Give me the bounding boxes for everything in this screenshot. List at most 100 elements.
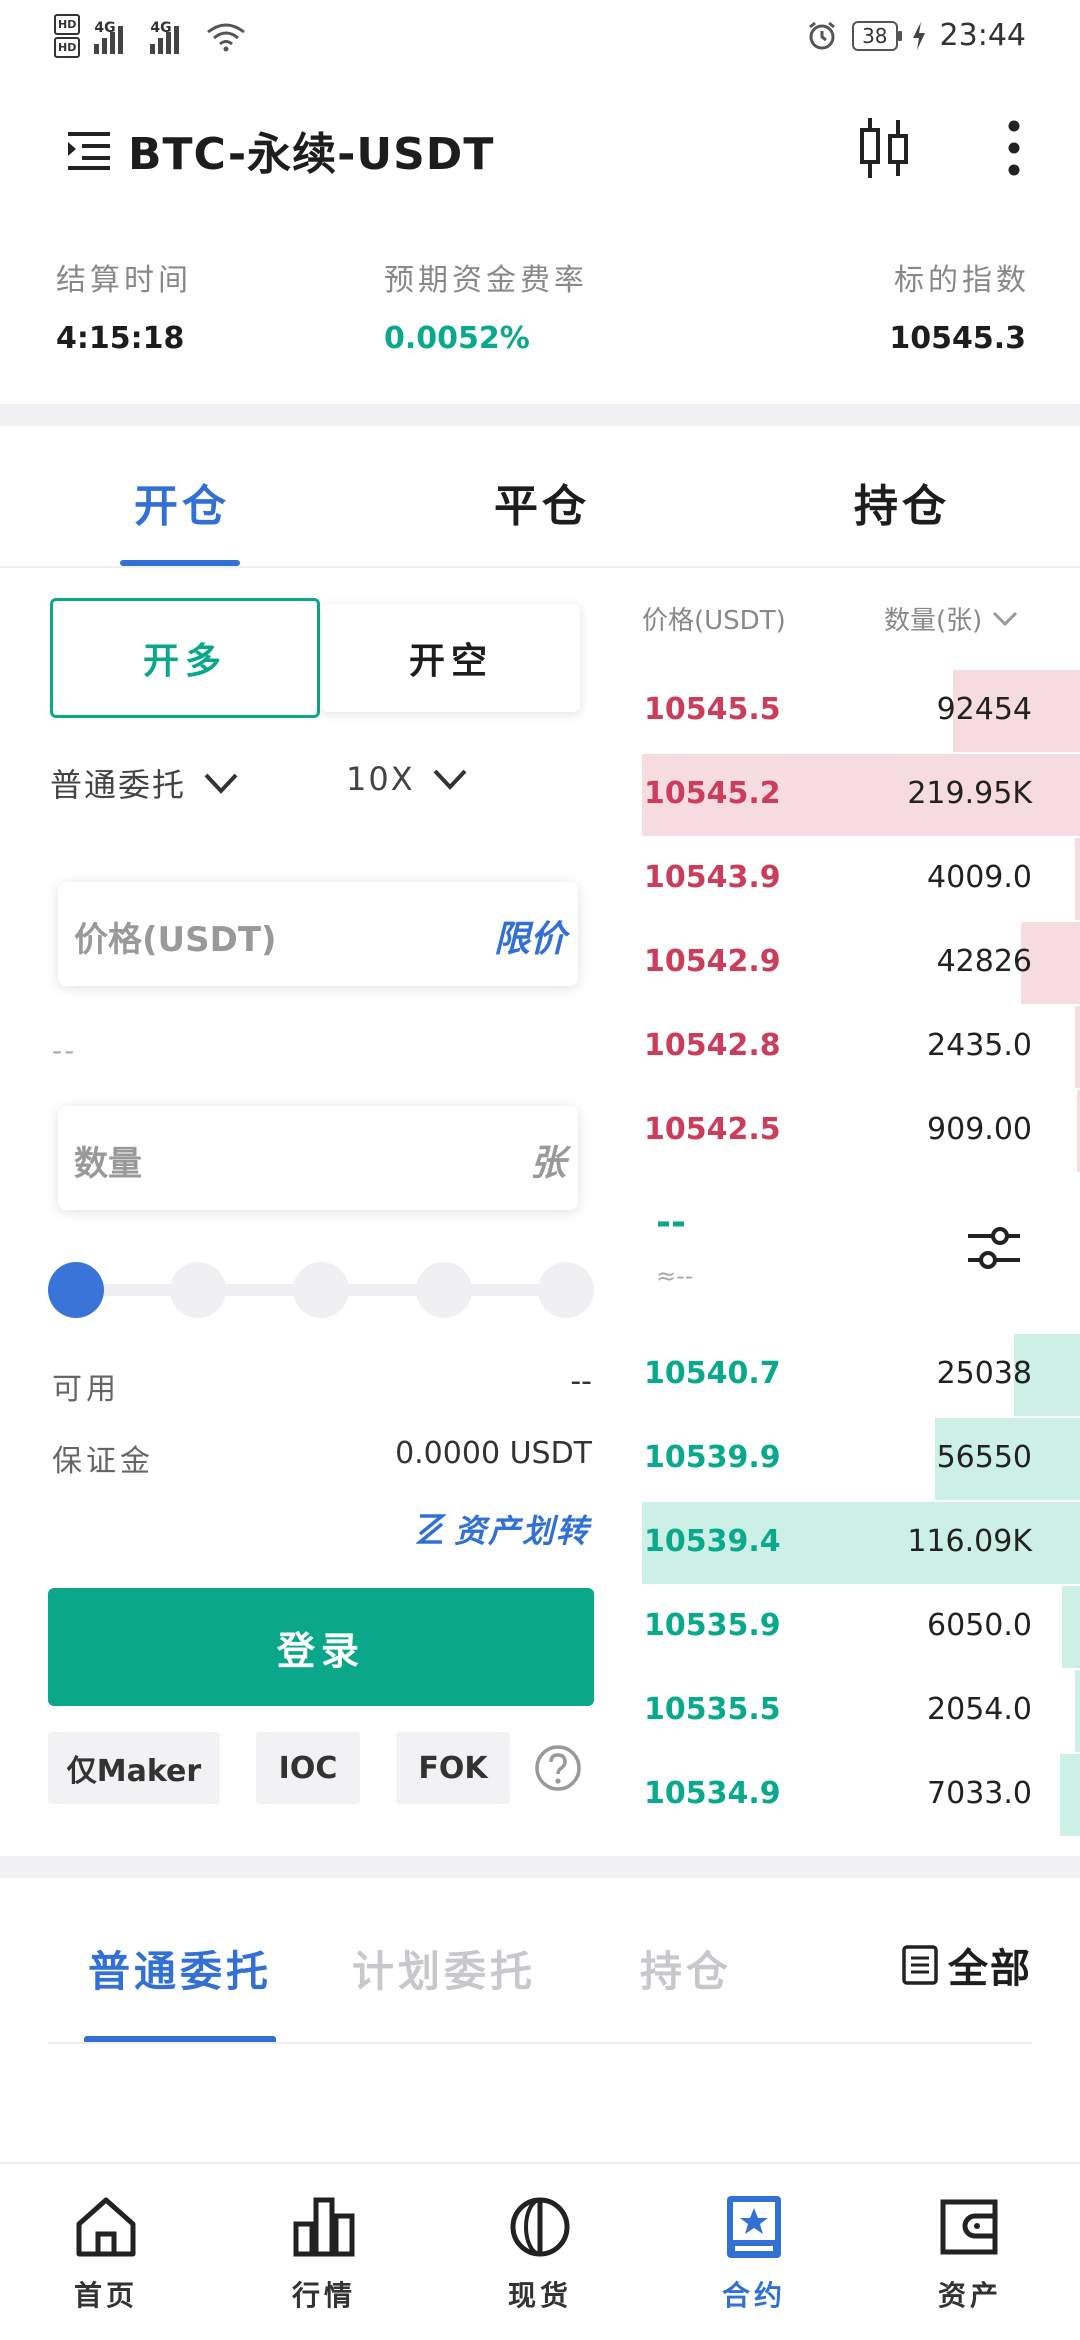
open-short-button[interactable]: 开空 xyxy=(322,604,580,712)
bid-row[interactable]: 10539.4 116.09K xyxy=(642,1502,1080,1584)
tab-close[interactable]: 平仓 xyxy=(494,470,590,534)
wallet-icon xyxy=(940,2199,998,2255)
limit-price-toggle[interactable]: 限价 xyxy=(494,910,566,962)
status-right: 38 23:44 xyxy=(806,18,1026,53)
chevron-down-icon xyxy=(204,773,238,794)
bid-quantity: 2054.0 xyxy=(927,1692,1032,1727)
depth-settings-icon[interactable] xyxy=(966,1222,1022,1274)
order-type-select[interactable]: 普通委托 xyxy=(50,760,238,806)
slider-node-50[interactable] xyxy=(293,1262,349,1318)
bid-row[interactable]: 10540.7 25038 xyxy=(642,1334,1080,1416)
ask-price: 10542.8 xyxy=(644,1028,781,1063)
alarm-icon xyxy=(809,21,836,49)
nav-market[interactable]: 行情 xyxy=(254,2194,394,2334)
fok-option[interactable]: FOK xyxy=(396,1732,510,1804)
chevron-down-icon xyxy=(433,769,467,790)
contract-icon xyxy=(727,2196,781,2258)
last-price-fiat: ≈-- xyxy=(656,1262,694,1290)
tab-plan-orders[interactable]: 计划委托 xyxy=(352,1938,536,1999)
leverage-select[interactable]: 10X xyxy=(346,760,467,798)
ask-row[interactable]: 10542.9 42826 xyxy=(642,922,1080,1004)
ask-price: 10545.2 xyxy=(644,776,781,811)
nav-spot[interactable]: 现货 xyxy=(470,2194,610,2334)
bar-chart-icon xyxy=(293,2197,355,2257)
orderbook-qty-header[interactable]: 数量(张) xyxy=(884,600,1018,637)
ask-price: 10542.5 xyxy=(644,1112,781,1147)
tab-orders-positions[interactable]: 持仓 xyxy=(640,1938,732,1999)
bid-row[interactable]: 10534.9 7033.0 xyxy=(642,1754,1080,1836)
bid-depth-bar xyxy=(1062,1586,1080,1668)
slider-node-100[interactable] xyxy=(538,1262,594,1318)
bottom-navigation: 首页 行情 现货 合约 资产 xyxy=(0,2162,1080,2340)
ask-depth-bar xyxy=(1075,838,1080,920)
home-icon xyxy=(76,2197,136,2257)
slider-node-0[interactable] xyxy=(48,1262,104,1318)
slider-node-25[interactable] xyxy=(170,1262,226,1318)
ioc-option[interactable]: IOC xyxy=(256,1732,360,1804)
section-divider xyxy=(0,404,1080,426)
price-placeholder: 价格(USDT) xyxy=(74,920,277,960)
contract-info: 结算时间 4:15:18 预期资金费率 0.0052% 标的指数 10545.3 xyxy=(0,255,1080,405)
all-orders-button[interactable]: 全部 xyxy=(902,1936,1032,1994)
ask-quantity: 92454 xyxy=(936,692,1032,727)
ask-quantity: 909.00 xyxy=(927,1112,1032,1147)
nav-home[interactable]: 首页 xyxy=(36,2194,176,2334)
trade-tabs: 开仓 平仓 持仓 xyxy=(0,428,1080,568)
ask-row[interactable]: 10542.5 909.00 xyxy=(642,1090,1080,1172)
index-price-label: 标的指数 xyxy=(894,263,1030,298)
post-only-option[interactable]: 仅Maker xyxy=(48,1732,220,1804)
quantity-slider[interactable] xyxy=(48,1262,594,1318)
available-row: 可用 -- xyxy=(52,1364,592,1407)
tab-normal-orders[interactable]: 普通委托 xyxy=(88,1938,272,1999)
bid-row[interactable]: 10539.9 56550 xyxy=(642,1418,1080,1500)
bid-price: 10540.7 xyxy=(644,1356,781,1391)
ask-depth-bar xyxy=(1075,1006,1080,1088)
settle-time-label: 结算时间 xyxy=(56,263,192,298)
wifi-icon xyxy=(207,23,246,52)
ask-quantity: 42826 xyxy=(936,944,1032,979)
list-icon xyxy=(902,1945,938,1985)
margin-row: 保证金 0.0000 USDT xyxy=(52,1436,592,1479)
bid-price: 10535.9 xyxy=(644,1608,781,1643)
ask-quantity: 219.95K xyxy=(907,776,1032,811)
ask-row[interactable]: 10545.5 92454 xyxy=(642,670,1080,752)
side-toggle: 开多 开空 xyxy=(50,598,580,718)
bid-quantity: 7033.0 xyxy=(927,1776,1032,1811)
price-input[interactable]: 价格(USDT) 限价 xyxy=(58,882,578,986)
bid-depth-bar xyxy=(1060,1754,1080,1836)
asset-transfer-link[interactable]: 资产划转 xyxy=(415,1506,590,1552)
bid-price: 10535.5 xyxy=(644,1692,781,1727)
transfer-icon xyxy=(415,1514,446,1544)
tab-open[interactable]: 开仓 xyxy=(134,470,230,534)
ask-row[interactable]: 10545.2 219.95K xyxy=(642,754,1080,836)
funding-rate-label: 预期资金费率 xyxy=(384,263,588,298)
bid-row[interactable]: 10535.5 2054.0 xyxy=(642,1670,1080,1752)
nav-contract[interactable]: 合约 xyxy=(684,2194,824,2334)
bid-price: 10539.4 xyxy=(644,1524,781,1559)
more-vertical-icon[interactable] xyxy=(1000,120,1028,176)
signal-icon-2: 4G xyxy=(150,20,192,54)
ask-price: 10543.9 xyxy=(644,860,781,895)
bid-quantity: 25038 xyxy=(936,1356,1032,1391)
quantity-input[interactable]: 数量 张 xyxy=(58,1106,578,1210)
ask-row[interactable]: 10542.8 2435.0 xyxy=(642,1006,1080,1088)
menu-icon[interactable] xyxy=(66,126,112,172)
signal-icon: 4G xyxy=(94,20,136,54)
nav-assets[interactable]: 资产 xyxy=(900,2194,1040,2334)
bid-quantity: 116.09K xyxy=(907,1524,1032,1559)
open-long-button[interactable]: 开多 xyxy=(50,598,320,718)
contract-title[interactable]: BTC-永续-USDT xyxy=(128,118,494,182)
candlestick-chart-icon[interactable] xyxy=(858,116,912,180)
ask-row[interactable]: 10543.9 4009.0 xyxy=(642,838,1080,920)
tab-position[interactable]: 持仓 xyxy=(854,470,950,534)
price-hint: -- xyxy=(52,1034,77,1067)
bid-row[interactable]: 10535.9 6050.0 xyxy=(642,1586,1080,1668)
help-icon[interactable] xyxy=(534,1744,582,1792)
clock-time: 23:44 xyxy=(939,18,1026,53)
last-price: -- xyxy=(656,1202,686,1243)
quantity-unit: 张 xyxy=(529,1143,566,1184)
charging-icon xyxy=(912,21,925,50)
login-button[interactable]: 登录 xyxy=(48,1588,594,1706)
section-divider xyxy=(0,1856,1080,1878)
slider-node-75[interactable] xyxy=(416,1262,472,1318)
